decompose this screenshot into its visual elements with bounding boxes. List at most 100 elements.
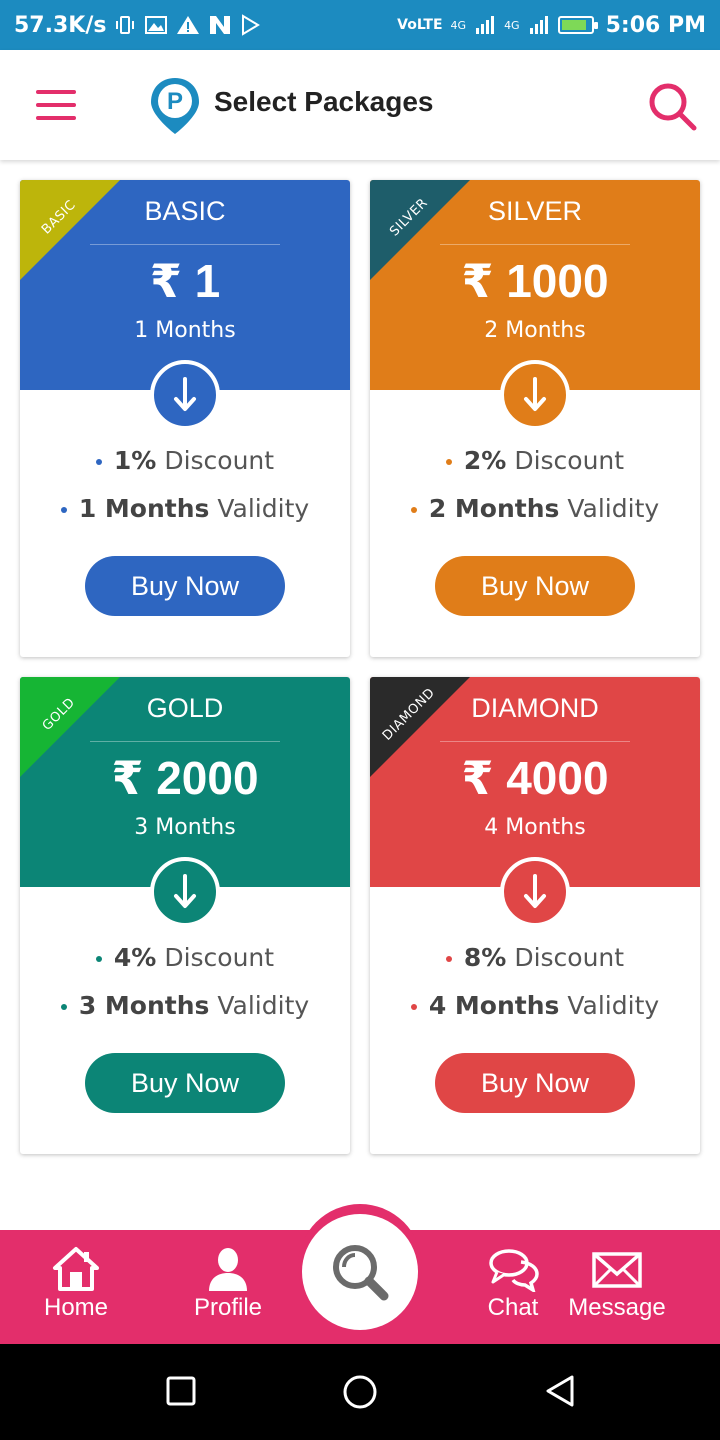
discount-line: 4% Discount <box>20 939 350 987</box>
discount-value: 8% <box>463 943 507 972</box>
package-card-diamond: DIAMOND ₹ 4000 4 Months DIAMOND 8% Discount 4… <box>370 677 700 1154</box>
validity-label: Validity <box>567 494 660 523</box>
nav-chat[interactable]: Chat <box>474 1246 552 1322</box>
package-duration: 1 Months <box>134 318 236 343</box>
discount-value: 1% <box>113 446 157 475</box>
validity-line: 4 Months Validity <box>370 987 700 1035</box>
package-duration: 2 Months <box>484 318 586 343</box>
package-features: 8% Discount 4 Months Validity <box>370 939 700 1035</box>
discount-line: 2% Discount <box>370 442 700 490</box>
circle-icon <box>343 1375 377 1409</box>
nav-profile-label: Profile <box>193 1294 263 1321</box>
network-speed: 57.3K/s <box>14 12 107 38</box>
validity-value: 1 Months <box>78 494 210 523</box>
discount-line: 8% Discount <box>370 939 700 987</box>
menu-icon-bar <box>36 116 76 120</box>
package-duration: 3 Months <box>134 815 236 840</box>
gallery-icon <box>144 14 168 36</box>
search-icon <box>649 83 697 131</box>
home-icon <box>53 1247 99 1291</box>
menu-button[interactable] <box>36 90 76 120</box>
play-icon <box>240 14 261 36</box>
bullet-icon <box>95 459 102 465</box>
page-title: Select Packages <box>214 86 434 117</box>
search-icon <box>333 1245 389 1301</box>
discount-label: Discount <box>514 446 625 475</box>
bullet-icon <box>60 1004 67 1010</box>
network-type-2: 4G <box>504 18 520 32</box>
package-duration: 4 Months <box>484 815 586 840</box>
validity-label: Validity <box>217 991 310 1020</box>
package-card-basic: BASIC ₹ 11 Months BASIC 1% Discount 1 Months… <box>20 180 350 657</box>
app-header: P Select Packages <box>0 50 720 160</box>
bullet-icon <box>445 956 452 962</box>
package-card-silver: SILVER ₹ 1000 2 Months SILVER 2% Discount 2 M… <box>370 180 700 657</box>
recents-button[interactable] <box>166 1374 196 1412</box>
clock: 5:06 PM <box>605 12 706 38</box>
volte-label: VoLTE <box>397 17 443 33</box>
discount-label: Discount <box>164 446 275 475</box>
down-arrow-icon <box>150 857 220 927</box>
nav-chat-label: Chat <box>487 1294 539 1321</box>
bullet-icon <box>60 507 67 513</box>
package-features: 2% Discount 2 Months Validity <box>370 442 700 538</box>
network-type-1: 4G <box>450 18 467 32</box>
package-features: 4% Discount 3 Months Validity <box>20 939 350 1035</box>
nav-home[interactable]: Home <box>36 1246 116 1322</box>
discount-line: 1% Discount <box>20 442 350 490</box>
buy-now-button[interactable]: Buy Now <box>85 1053 285 1113</box>
validity-label: Validity <box>567 991 660 1020</box>
package-ribbon: SILVER <box>370 180 470 280</box>
package-ribbon: GOLD <box>20 677 120 777</box>
chat-icon <box>489 1249 539 1292</box>
nav-home-label: Home <box>43 1294 109 1321</box>
profile-icon <box>209 1248 247 1291</box>
signal-icon <box>528 14 550 36</box>
signal-icon <box>474 14 496 36</box>
down-arrow-icon <box>500 360 570 430</box>
bullet-icon <box>410 1004 417 1010</box>
validity-value: 2 Months <box>428 494 560 523</box>
back-button[interactable] <box>544 1374 576 1412</box>
nav-message-label: Message <box>568 1294 666 1321</box>
battery-icon <box>557 16 598 34</box>
validity-label: Validity <box>217 494 310 523</box>
down-arrow-icon <box>150 360 220 430</box>
down-arrow-icon <box>500 857 570 927</box>
app-logo-icon: P <box>148 76 202 136</box>
search-button[interactable] <box>646 80 698 132</box>
bullet-icon <box>95 956 102 962</box>
discount-label: Discount <box>164 943 275 972</box>
vibrate-icon <box>114 14 136 36</box>
mail-icon <box>592 1252 642 1288</box>
validity-value: 4 Months <box>428 991 560 1020</box>
search-fab-button[interactable] <box>302 1214 418 1330</box>
status-bar: 57.3K/s VoLTE 4G 4G 5:06 PM <box>0 0 720 50</box>
validity-line: 3 Months Validity <box>20 987 350 1035</box>
package-features: 1% Discount 1 Months Validity <box>20 442 350 538</box>
validity-value: 3 Months <box>78 991 210 1020</box>
validity-line: 2 Months Validity <box>370 490 700 538</box>
menu-icon-bar <box>36 103 76 107</box>
validity-line: 1 Months Validity <box>20 490 350 538</box>
nav-profile[interactable]: Profile <box>188 1246 268 1322</box>
back-triangle-icon <box>546 1375 574 1407</box>
bullet-icon <box>410 507 417 513</box>
discount-label: Discount <box>514 943 625 972</box>
menu-icon-bar <box>36 90 76 94</box>
system-nav-bar <box>0 1344 720 1440</box>
n-icon <box>208 14 232 36</box>
buy-now-button[interactable]: Buy Now <box>435 1053 635 1113</box>
package-card-gold: GOLD ₹ 2000 3 Months GOLD 4% Discount 3 Month… <box>20 677 350 1154</box>
discount-value: 4% <box>113 943 157 972</box>
bullet-icon <box>445 459 452 465</box>
nav-message[interactable]: Message <box>562 1246 672 1322</box>
package-ribbon: BASIC <box>20 180 120 280</box>
logo-letter: P <box>167 88 183 115</box>
home-system-button[interactable] <box>342 1374 378 1414</box>
alert-icon <box>176 14 200 36</box>
discount-value: 2% <box>463 446 507 475</box>
buy-now-button[interactable]: Buy Now <box>435 556 635 616</box>
buy-now-button[interactable]: Buy Now <box>85 556 285 616</box>
package-ribbon: DIAMOND <box>370 677 470 777</box>
